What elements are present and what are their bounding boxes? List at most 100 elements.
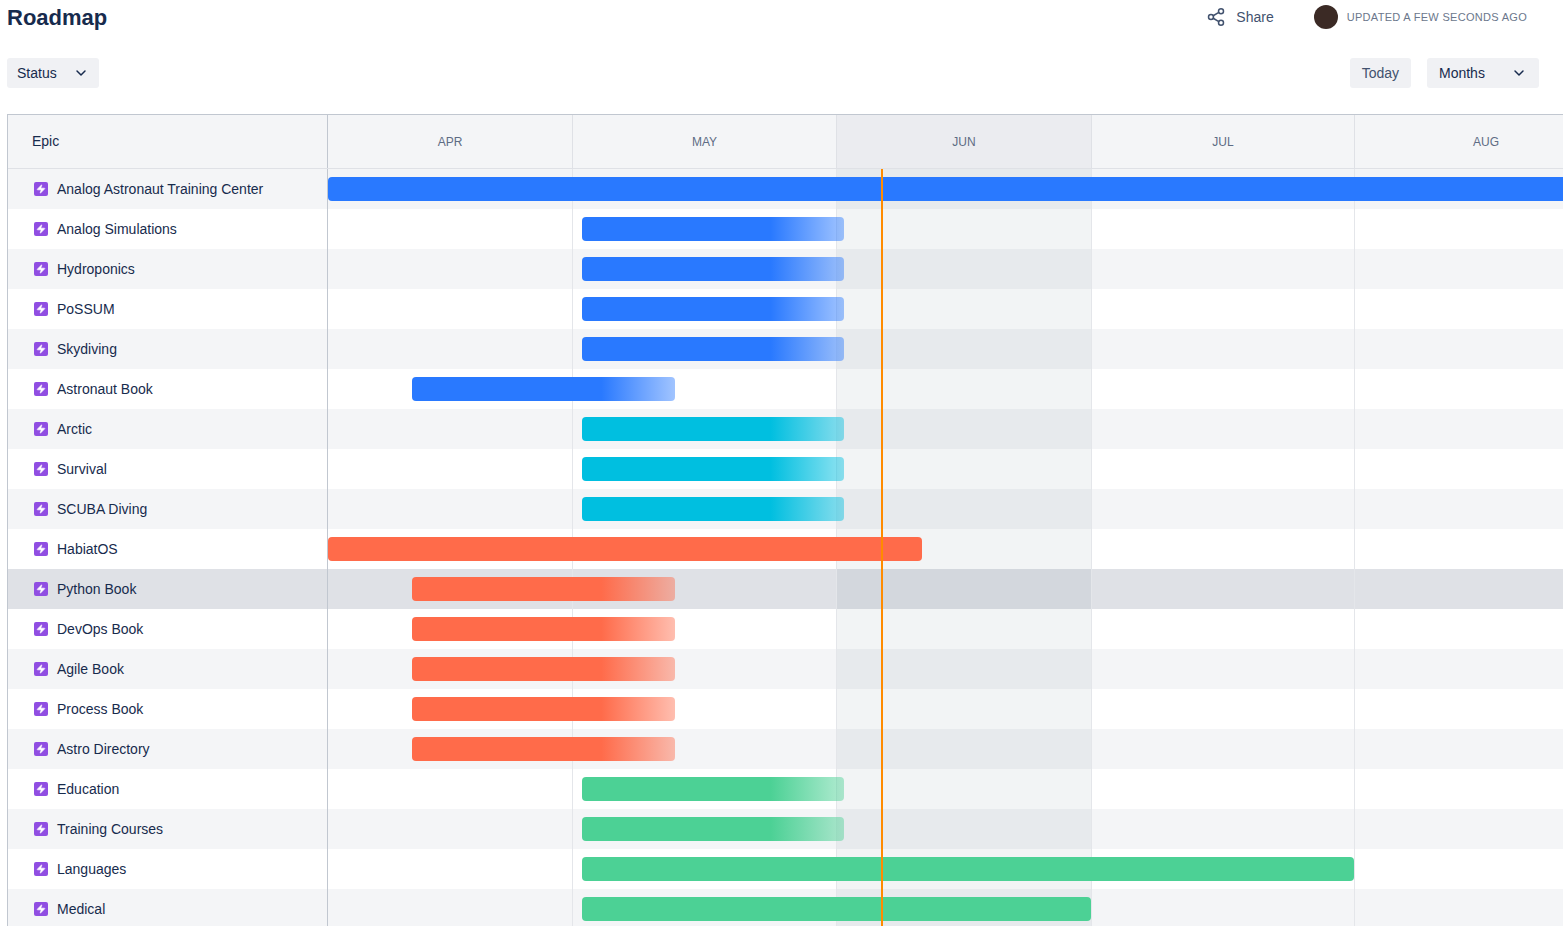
page-title: Roadmap <box>7 1 107 34</box>
epic-row[interactable]: Hydroponics <box>8 249 327 289</box>
epic-icon <box>34 622 48 636</box>
timeline-row <box>328 889 1563 926</box>
epic-bar[interactable] <box>412 577 675 601</box>
epic-bar[interactable] <box>412 617 675 641</box>
epic-row[interactable]: Process Book <box>8 689 327 729</box>
timeline-row <box>328 369 1563 409</box>
chevron-down-icon <box>73 65 89 81</box>
epic-bar[interactable] <box>582 297 844 321</box>
epic-row[interactable]: Education <box>8 769 327 809</box>
epic-icon <box>34 742 48 756</box>
share-button[interactable]: Share <box>1206 7 1273 28</box>
timeline-row <box>328 489 1563 529</box>
month-header: JUL <box>1091 115 1354 168</box>
filter-dropdown[interactable]: Status <box>7 58 99 88</box>
timeline-row <box>328 209 1563 249</box>
epic-bar[interactable] <box>412 657 675 681</box>
epic-icon <box>34 382 48 396</box>
timeline-row <box>328 409 1563 449</box>
toolbar: Status Today Months <box>0 58 1563 88</box>
timeline-row <box>328 649 1563 689</box>
epic-list: Analog Astronaut Training CenterAnalog S… <box>8 169 328 926</box>
epic-row[interactable]: Agile Book <box>8 649 327 689</box>
timeline-row <box>328 569 1563 609</box>
epic-bar[interactable] <box>412 697 675 721</box>
epic-row[interactable]: Training Courses <box>8 809 327 849</box>
epic-bar[interactable] <box>582 257 844 281</box>
month-header: MAY <box>572 115 836 168</box>
roadmap-grid: EpicAPRMAYJUNJULAUGAnalog Astronaut Trai… <box>7 114 1563 926</box>
top-bar: Roadmap Share UPDATED A FEW SECONDS AGO <box>0 0 1563 34</box>
timeline-row <box>328 729 1563 769</box>
epic-row[interactable]: SCUBA Diving <box>8 489 327 529</box>
timeline-row <box>328 809 1563 849</box>
epic-icon <box>34 902 48 916</box>
epic-row[interactable]: Analog Astronaut Training Center <box>8 169 327 209</box>
epic-icon <box>34 782 48 796</box>
epic-row[interactable]: Arctic <box>8 409 327 449</box>
epic-row[interactable]: Astronaut Book <box>8 369 327 409</box>
epic-icon <box>34 822 48 836</box>
timeline-row <box>328 689 1563 729</box>
today-marker <box>881 169 883 926</box>
timeline-row <box>328 249 1563 289</box>
zoom-dropdown[interactable]: Months <box>1427 58 1539 88</box>
epic-bar[interactable] <box>582 217 844 241</box>
epic-icon <box>34 302 48 316</box>
epic-icon <box>34 222 48 236</box>
epic-row[interactable]: Skydiving <box>8 329 327 369</box>
epic-icon <box>34 462 48 476</box>
epic-row[interactable]: Python Book <box>8 569 327 609</box>
epic-icon <box>34 662 48 676</box>
epic-icon <box>34 502 48 516</box>
epic-bar[interactable] <box>582 897 1091 921</box>
epic-bar[interactable] <box>582 457 844 481</box>
epic-bar[interactable] <box>582 417 844 441</box>
epic-icon <box>34 262 48 276</box>
timeline-row <box>328 169 1563 209</box>
epic-bar[interactable] <box>582 817 844 841</box>
epic-row[interactable]: Medical <box>8 889 327 926</box>
epic-icon <box>34 862 48 876</box>
epic-row[interactable]: Languages <box>8 849 327 889</box>
grid-header: EpicAPRMAYJUNJULAUG <box>8 115 1563 169</box>
epic-bar[interactable] <box>582 497 844 521</box>
epic-bar[interactable] <box>582 857 1354 881</box>
epic-icon <box>34 582 48 596</box>
updated-label: UPDATED A FEW SECONDS AGO <box>1347 9 1527 26</box>
roadmap-page: Roadmap Share UPDATED A FEW SECONDS AGO Sta… <box>0 0 1563 926</box>
epic-bar[interactable] <box>328 537 922 561</box>
timeline <box>328 169 1563 926</box>
epic-row[interactable]: Survival <box>8 449 327 489</box>
timeline-row <box>328 769 1563 809</box>
epic-row[interactable]: Astro Directory <box>8 729 327 769</box>
epic-row[interactable]: PoSSUM <box>8 289 327 329</box>
month-header: APR <box>328 115 572 168</box>
epic-icon <box>34 422 48 436</box>
epic-icon <box>34 182 48 196</box>
chevron-down-icon <box>1511 65 1527 81</box>
share-icon <box>1206 7 1226 27</box>
epic-bar[interactable] <box>412 737 675 761</box>
epic-bar[interactable] <box>412 377 675 401</box>
epic-row[interactable]: HabiatOS <box>8 529 327 569</box>
timeline-row <box>328 289 1563 329</box>
epic-bar[interactable] <box>582 337 844 361</box>
epic-bar[interactable] <box>582 777 844 801</box>
epic-row[interactable]: Analog Simulations <box>8 209 327 249</box>
timeline-row <box>328 449 1563 489</box>
epic-icon <box>34 542 48 556</box>
epic-bar[interactable] <box>328 177 1563 201</box>
month-header: AUG <box>1354 115 1563 168</box>
epic-icon <box>34 342 48 356</box>
today-button[interactable]: Today <box>1350 58 1411 88</box>
timeline-row <box>328 329 1563 369</box>
timeline-row <box>328 849 1563 889</box>
avatar[interactable] <box>1314 5 1338 29</box>
month-header: JUN <box>836 115 1091 168</box>
epic-icon <box>34 702 48 716</box>
epic-row[interactable]: DevOps Book <box>8 609 327 649</box>
timeline-row <box>328 529 1563 569</box>
timeline-row <box>328 609 1563 649</box>
epic-column-header: Epic <box>8 115 328 168</box>
